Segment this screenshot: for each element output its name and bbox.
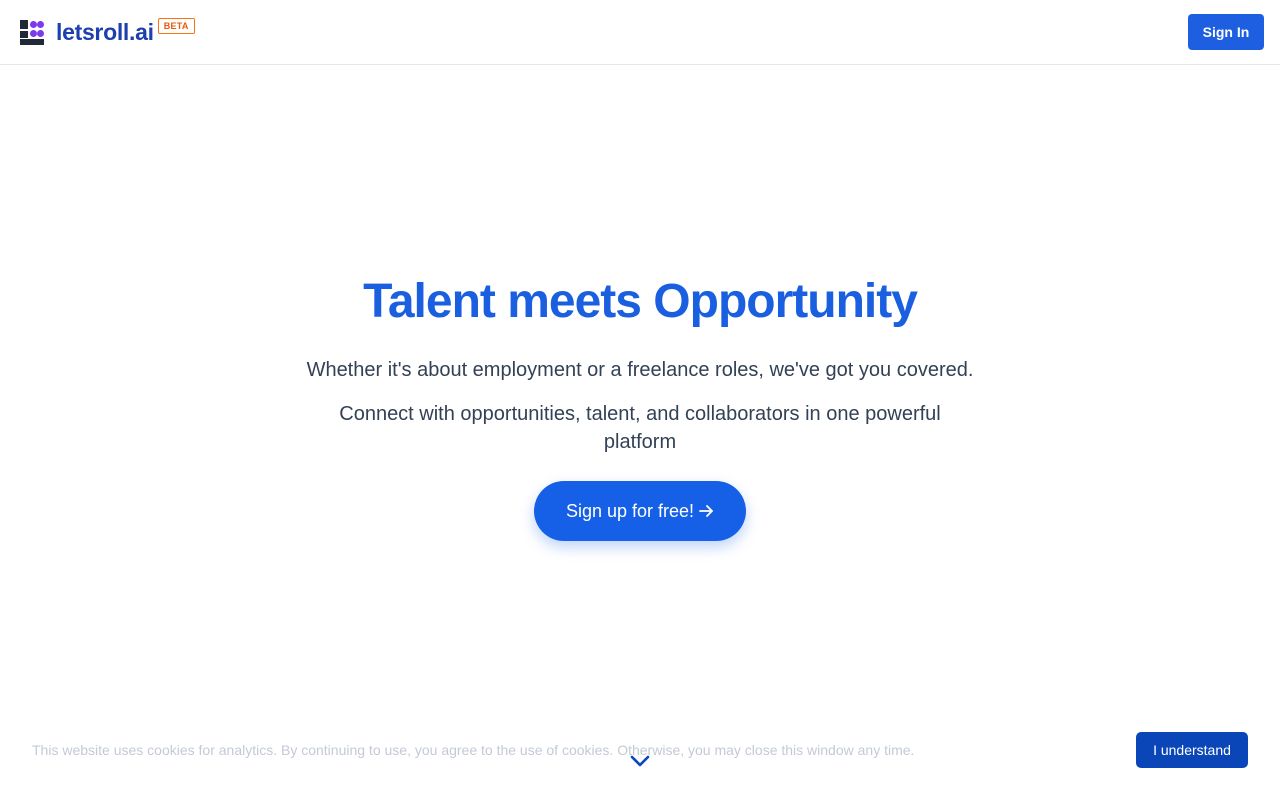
cookie-accept-button[interactable]: I understand (1136, 732, 1248, 768)
brand-name: letsroll.ai (56, 19, 154, 45)
cookie-banner: This website uses cookies for analytics.… (0, 720, 1280, 780)
chevron-down-icon[interactable] (630, 754, 650, 768)
logo-icon (20, 20, 44, 46)
sign-up-label: Sign up for free! (565, 500, 695, 521)
hero-subtitle-connect: Connect with opportunities, talent, and … (339, 403, 941, 453)
sign-in-button[interactable]: Sign In (1188, 14, 1264, 50)
cookie-notice-text: This website uses cookies for analytics.… (32, 742, 915, 758)
hero-subtitle-employment: Whether it's about employment or a freel… (306, 359, 974, 381)
sign-up-button[interactable]: Sign up for free! (534, 481, 746, 541)
beta-badge: BETA (157, 18, 195, 34)
logo[interactable]: letsroll.ai BETA (20, 18, 195, 46)
hero-title: Talent meets Opportunity (363, 275, 918, 328)
arrow-right-icon (698, 503, 714, 519)
hero-section: Talent meets Opportunity Whether it's ab… (0, 270, 1280, 541)
site-header: letsroll.ai BETA Sign In (0, 0, 1280, 65)
